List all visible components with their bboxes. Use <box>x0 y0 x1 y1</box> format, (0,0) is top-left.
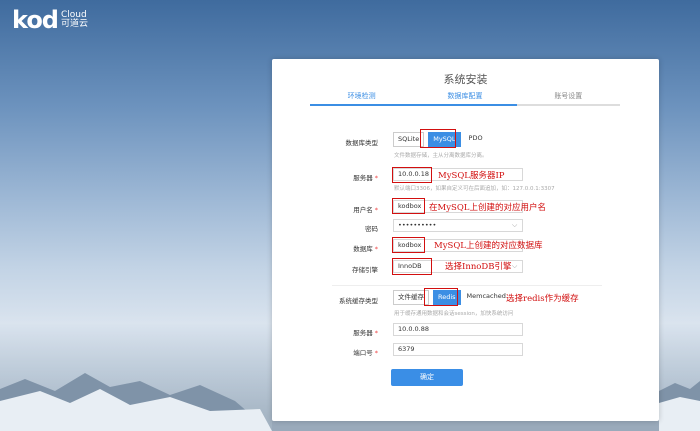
logo-text: kod <box>12 6 59 34</box>
annotation-box-mysql <box>420 129 456 148</box>
db-password-label: 密码 <box>365 225 378 233</box>
db-user-label: 用户名 * <box>353 206 378 214</box>
db-engine-label: 存储引擎 <box>352 266 378 274</box>
confirm-button[interactable]: 确定 <box>391 369 463 386</box>
page-title: 系统安装 <box>443 73 488 86</box>
annotation-box-dbname <box>392 237 425 253</box>
db-server-label: 服务器 * <box>353 174 378 182</box>
annotation-cache: 选择redis作为缓存 <box>506 294 579 304</box>
annotation-box-engine <box>392 258 432 275</box>
cache-option-memcached[interactable]: Memcached <box>462 290 510 303</box>
db-type-hint: 文件数据存储，主从分离数据库分离。 <box>394 153 488 159</box>
chevron-down-icon: ⌵ <box>512 221 518 229</box>
annotation-user: 在MySQL上创建的对应用户名 <box>429 203 546 213</box>
annotation-dbname: MySQL上创建的对应数据库 <box>434 241 543 251</box>
annotation-box-user <box>392 198 425 214</box>
logo-sub-cn: 可道云 <box>60 19 88 29</box>
chevron-down-icon: ⌵ <box>512 262 518 270</box>
step-env-check[interactable]: 环境检测 <box>310 92 414 106</box>
annotation-box-server <box>392 167 432 183</box>
kodcloud-logo: kod Cloud 可道云 <box>12 8 88 32</box>
install-panel: 系统安装 环境检测 数据库配置 账号设置 数据库类型 SQLite MySQL … <box>272 59 659 421</box>
cache-port-input[interactable]: 6379 <box>393 343 523 356</box>
step-account-setup[interactable]: 账号设置 <box>516 92 620 106</box>
annotation-box-redis <box>424 288 458 306</box>
step-db-config[interactable]: 数据库配置 <box>413 92 517 106</box>
cache-hint: 用于缓存通用数据和会话session，加快系统访问 <box>394 311 514 317</box>
db-password-input[interactable]: •••••••••• <box>393 219 523 232</box>
annotation-engine: 选择InnoDB引擎 <box>445 262 512 272</box>
cache-server-label: 服务器 * <box>353 329 378 337</box>
db-option-pdo[interactable]: PDO <box>464 132 487 145</box>
db-server-hint: 默认端口3306，如果自定义可在后面追加，如：127.0.0.1:3307 <box>394 186 555 192</box>
cache-port-label: 端口号 * <box>353 349 378 357</box>
install-steps: 环境检测 数据库配置 账号设置 <box>310 92 620 106</box>
annotation-server: MySQL服务器IP <box>438 171 505 181</box>
db-name-label: 数据库 * <box>353 245 378 253</box>
section-divider <box>332 285 602 286</box>
cache-type-label: 系统缓存类型 <box>339 297 378 305</box>
cache-server-input[interactable]: 10.0.0.88 <box>393 323 523 336</box>
db-type-label: 数据库类型 <box>345 139 379 147</box>
